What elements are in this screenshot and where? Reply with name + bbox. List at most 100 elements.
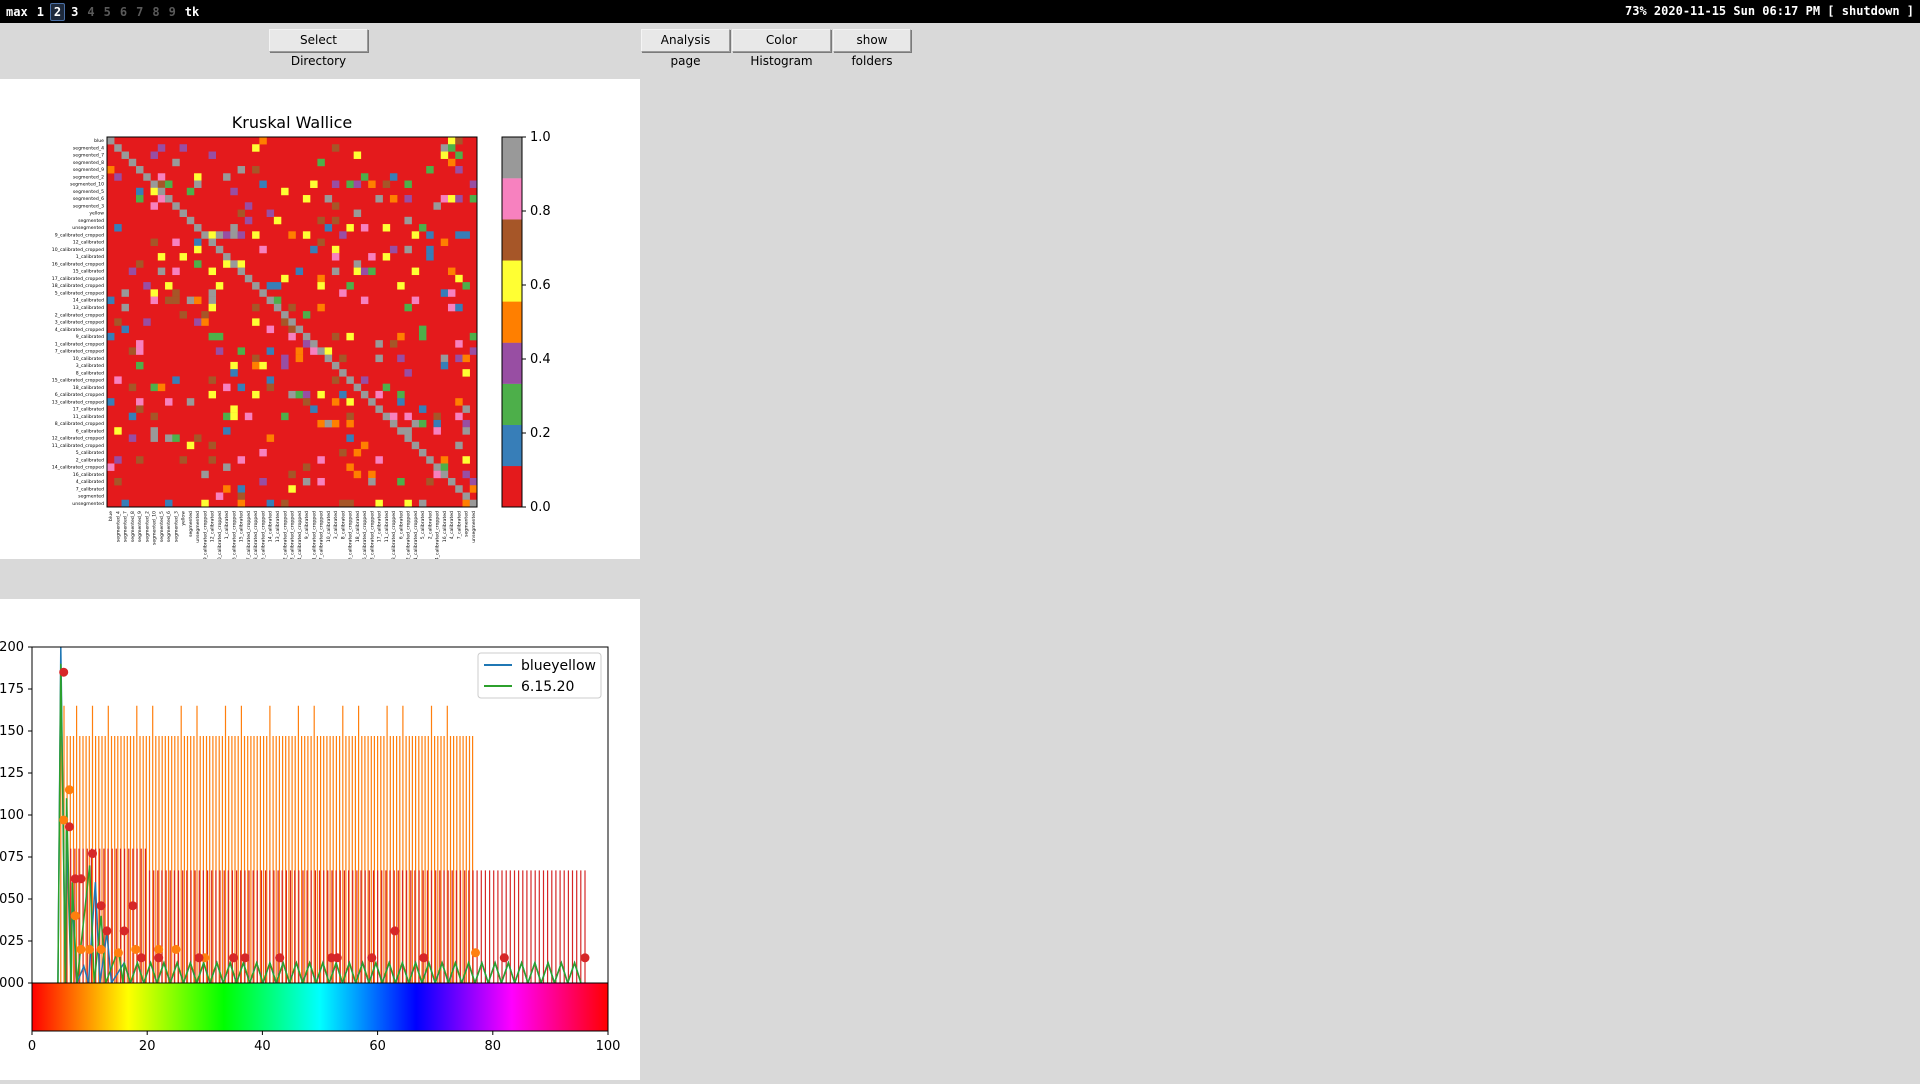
red-marker bbox=[499, 953, 509, 963]
heatmap-cell bbox=[252, 354, 260, 363]
heatmap-cell bbox=[128, 158, 137, 167]
red-marker bbox=[102, 926, 112, 936]
row-label: 3_calibrated bbox=[76, 363, 104, 369]
column-label: 13_calibrated_cropped bbox=[369, 511, 375, 559]
heatmap-cell bbox=[310, 405, 318, 413]
heatmap-cell bbox=[310, 180, 318, 188]
heatmap-cell bbox=[404, 412, 412, 421]
orange-marker bbox=[76, 944, 86, 954]
heatmap-cell bbox=[302, 390, 311, 399]
heatmap-cell bbox=[136, 456, 144, 464]
heatmap-cell bbox=[404, 180, 412, 188]
heatmap-cell bbox=[368, 267, 376, 276]
layout-indicator[interactable]: max bbox=[3, 4, 31, 20]
heatmap-cell bbox=[143, 318, 151, 326]
heatmap-cell bbox=[317, 456, 325, 464]
heatmap-cell bbox=[128, 412, 137, 421]
heatmap-cell bbox=[310, 340, 318, 348]
row-label: 14_calibrated bbox=[73, 298, 104, 304]
heatmap-cell bbox=[440, 289, 449, 297]
x-tick-label: 100 bbox=[596, 1039, 621, 1054]
heatmap-cell bbox=[411, 267, 420, 276]
window-title[interactable]: tk bbox=[182, 4, 202, 20]
heatmap-cell bbox=[165, 180, 173, 188]
heatmap-cell bbox=[252, 231, 260, 239]
show-folders-button[interactable]: show folders bbox=[833, 29, 911, 68]
row-label: 13_calibrated_cropped bbox=[52, 399, 104, 405]
row-label: 12_calibrated_cropped bbox=[52, 436, 104, 442]
red-marker bbox=[136, 953, 146, 963]
column-label: 3_calibrated bbox=[333, 511, 339, 539]
heatmap-cell bbox=[266, 296, 275, 305]
heatmap-cell bbox=[331, 332, 340, 341]
heatmap-cell bbox=[186, 296, 195, 305]
heatmap-cell bbox=[411, 419, 420, 428]
heatmap-cell bbox=[455, 137, 463, 145]
column-label: 10_calibrated_cropped bbox=[217, 511, 223, 559]
row-label: segmented bbox=[78, 218, 104, 224]
select-directory-button[interactable]: Select Directory bbox=[269, 29, 368, 68]
workspace-9[interactable]: 9 bbox=[166, 4, 179, 20]
heatmap-cell bbox=[281, 318, 289, 326]
heatmap-cell bbox=[201, 470, 209, 479]
workspace-5[interactable]: 5 bbox=[101, 4, 114, 20]
workspace-6[interactable]: 6 bbox=[117, 4, 130, 20]
row-label: 6_calibrated_cropped bbox=[55, 392, 104, 398]
workspace-list: max 1 2 3 4 5 6 7 8 9 tk bbox=[3, 3, 205, 21]
heatmap-cell bbox=[368, 398, 376, 406]
workspace-1[interactable]: 1 bbox=[34, 4, 47, 20]
heatmap-cell bbox=[223, 463, 231, 471]
heatmap-cell bbox=[440, 470, 449, 479]
heatmap-cell bbox=[208, 456, 217, 464]
workspace-4[interactable]: 4 bbox=[84, 4, 97, 20]
heatmap-cell bbox=[331, 267, 340, 276]
heatmap-cell bbox=[295, 325, 304, 334]
heatmap-cell bbox=[186, 441, 195, 450]
heatmap-cell bbox=[223, 383, 231, 392]
heatmap-cell bbox=[165, 398, 173, 406]
heatmap-cell bbox=[469, 332, 478, 341]
row-label: segmented_5 bbox=[73, 189, 104, 195]
heatmap-cell bbox=[404, 195, 412, 203]
workspace-2[interactable]: 2 bbox=[49, 3, 66, 21]
heatmap-cell bbox=[462, 499, 470, 508]
x-tick-label: 0 bbox=[28, 1039, 36, 1054]
heatmap-cell bbox=[339, 231, 347, 239]
column-label: 8_calibrated_cropped bbox=[391, 511, 397, 559]
row-label: 10_calibrated bbox=[73, 356, 104, 362]
heatmap-cell bbox=[150, 238, 158, 247]
heatmap-cell bbox=[368, 180, 376, 188]
heatmap-cell bbox=[462, 369, 470, 377]
heatmap-cell bbox=[317, 158, 325, 167]
heatmap-cell bbox=[455, 303, 463, 312]
workspace-3[interactable]: 3 bbox=[68, 4, 81, 20]
y-tick-label: 050 bbox=[0, 892, 24, 907]
workspace-7[interactable]: 7 bbox=[133, 4, 146, 20]
heatmap-cell bbox=[397, 427, 405, 435]
heatmap-cell bbox=[331, 216, 340, 225]
workspace-8[interactable]: 8 bbox=[149, 4, 162, 20]
heatmap-cell bbox=[346, 419, 354, 428]
heatmap-cell bbox=[462, 282, 470, 290]
heatmap-cell bbox=[157, 144, 166, 152]
heatmap-cell bbox=[353, 260, 362, 268]
heatmap-cell bbox=[194, 245, 202, 254]
heatmap-cell bbox=[426, 456, 434, 464]
heatmap-cell bbox=[375, 340, 383, 348]
heatmap-cell bbox=[114, 427, 122, 435]
heatmap-cell bbox=[114, 144, 122, 152]
heatmap-cell bbox=[310, 245, 318, 254]
heatmap-cell bbox=[136, 195, 144, 203]
heatmap-cell bbox=[404, 427, 412, 435]
column-label: segmented_4 bbox=[115, 511, 121, 542]
red-marker bbox=[240, 953, 250, 963]
heatmap-cell bbox=[150, 187, 158, 196]
color-histogram-button[interactable]: Color Histogram bbox=[732, 29, 831, 68]
heatmap-cell bbox=[426, 253, 434, 261]
heatmap-cell bbox=[331, 253, 340, 261]
heatmap-cell bbox=[215, 282, 224, 290]
column-label: segmented_10 bbox=[152, 511, 158, 545]
orange-marker bbox=[64, 785, 74, 795]
analysis-page-button[interactable]: Analysis page bbox=[641, 29, 730, 68]
heatmap-cell bbox=[157, 383, 166, 392]
